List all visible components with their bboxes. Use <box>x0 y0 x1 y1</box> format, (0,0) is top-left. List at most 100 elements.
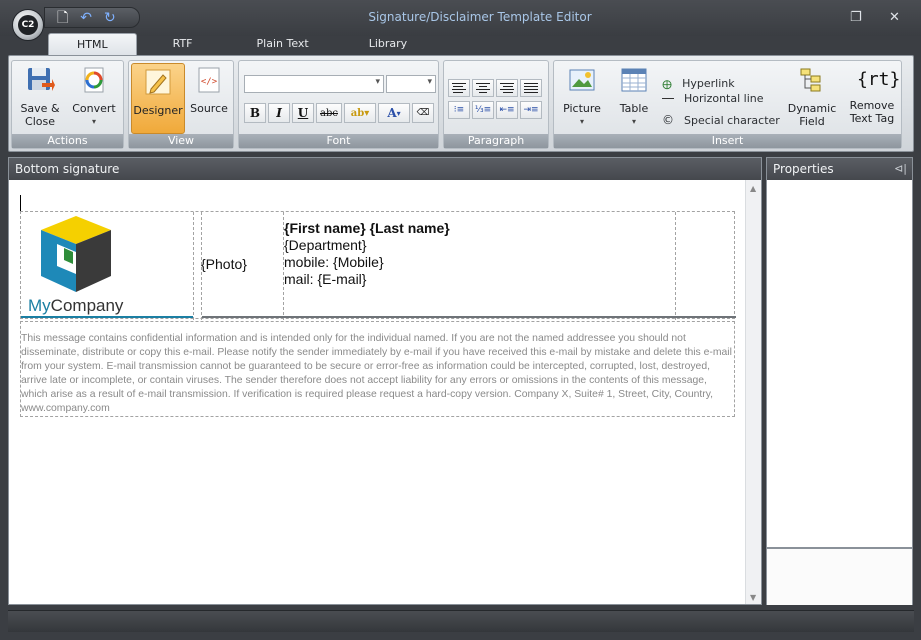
tab-library[interactable]: Library <box>341 33 427 55</box>
picture-icon <box>569 69 595 91</box>
special-character-icon: © <box>662 113 674 127</box>
table-button[interactable]: Table ▾ <box>612 65 656 128</box>
convert-button[interactable]: Convert ▾ <box>70 65 118 128</box>
highlight-color-icon[interactable]: ab▾ <box>344 103 376 123</box>
pin-icon[interactable]: ⊲| <box>894 162 907 175</box>
editor-panel-title: Bottom signature <box>9 158 761 180</box>
justify-icon[interactable] <box>520 79 542 97</box>
status-bar <box>8 610 914 632</box>
title-bar: C2 🗋 ↶ ↻ Signature/Disclaimer Template E… <box>0 0 921 41</box>
close-button[interactable]: ✕ <box>889 10 900 25</box>
properties-description-area <box>767 547 912 605</box>
horizontal-line-label: Horizontal line <box>684 92 764 105</box>
properties-panel: Properties ⊲| <box>766 157 913 605</box>
italic-button[interactable]: I <box>268 103 290 123</box>
source-label: Source <box>190 102 228 115</box>
tab-plain-text[interactable]: Plain Text <box>229 33 341 55</box>
tab-html[interactable]: HTML <box>48 33 137 55</box>
actions-group: Save & Close Convert ▾ Actions <box>11 60 124 149</box>
font-group: B I U abc ab▾ A▾ ⌫ Font <box>238 60 439 149</box>
align-center-icon[interactable] <box>472 79 494 97</box>
insert-group-label: Insert <box>554 134 901 148</box>
disclaimer-text[interactable]: This message contains confidential infor… <box>20 321 735 417</box>
align-right-icon[interactable] <box>496 79 518 97</box>
numbered-list-icon[interactable]: ⅓≡ <box>472 101 494 119</box>
company-logo-icon <box>41 216 111 292</box>
special-character-button[interactable]: © Special character <box>662 113 780 127</box>
restore-button[interactable]: ❐ <box>850 10 862 25</box>
decrease-indent-icon[interactable]: ⇤≡ <box>496 101 518 119</box>
horizontal-line-icon <box>662 98 674 99</box>
photo-placeholder: {Photo} <box>201 256 247 272</box>
text-caret <box>20 195 21 211</box>
font-color-icon: A <box>387 106 397 120</box>
signature-table[interactable]: MyCompany {Photo} {First name} {Last nam… <box>20 211 736 320</box>
font-format-buttons: B I U abc ab▾ A ▾ ⌫ <box>244 103 434 123</box>
contact-mail: mail: {E-mail} <box>284 271 367 287</box>
hyperlink-label: Hyperlink <box>682 77 735 90</box>
font-family-select[interactable] <box>244 75 384 93</box>
remove-text-tag-icon: {rt} <box>857 69 901 90</box>
underline-button[interactable]: U <box>292 103 314 123</box>
bold-button[interactable]: B <box>244 103 266 123</box>
format-tabs: HTML RTF Plain Text Library <box>48 33 427 55</box>
dynamic-field-button[interactable]: Dynamic Field <box>784 65 840 128</box>
logo-my: My <box>28 296 51 315</box>
save-close-button[interactable]: Save & Close <box>16 65 64 128</box>
scroll-down-icon[interactable]: ▼ <box>750 593 756 602</box>
bullet-list-icon[interactable]: ⁝≡ <box>448 101 470 119</box>
strikethrough-button[interactable]: abc <box>316 103 342 123</box>
convert-dropdown-icon: ▾ <box>91 117 96 126</box>
alignment-buttons <box>448 79 542 97</box>
designer-button[interactable]: Designer <box>131 63 185 134</box>
tab-rtf[interactable]: RTF <box>137 33 229 55</box>
increase-indent-icon[interactable]: ⇥≡ <box>520 101 542 119</box>
application-menu-button[interactable]: C2 <box>12 9 44 41</box>
convert-label: Convert <box>72 102 116 115</box>
insert-group: Picture ▾ Table ▾ 🜨 Hyperlink Horizontal… <box>553 60 902 149</box>
convert-icon <box>84 67 104 93</box>
table-dropdown-icon: ▾ <box>631 117 636 126</box>
font-color-button[interactable]: A ▾ <box>378 103 410 123</box>
editor-scrollbar[interactable]: ▲ ▼ <box>745 180 761 604</box>
scroll-up-icon[interactable]: ▲ <box>750 184 756 193</box>
save-close-label: Save & Close <box>20 102 60 128</box>
align-left-icon[interactable] <box>448 79 470 97</box>
properties-panel-title: Properties <box>767 158 912 180</box>
contact-underline <box>202 316 736 318</box>
font-group-label: Font <box>239 134 438 148</box>
dynamic-field-label: Dynamic Field <box>787 102 837 128</box>
picture-button[interactable]: Picture ▾ <box>560 65 604 128</box>
dynamic-field-icon <box>800 68 821 92</box>
font-size-select[interactable] <box>386 75 436 93</box>
paragraph-group: ⁝≡ ⅓≡ ⇤≡ ⇥≡ Paragraph <box>443 60 549 149</box>
remove-text-tag-button[interactable]: {rt} Remove Text Tag <box>846 65 901 125</box>
ribbon: Save & Close Convert ▾ Actions Designer … <box>8 55 914 152</box>
contact-block: {First name} {Last name} {Department} mo… <box>284 220 450 288</box>
table-icon <box>621 68 647 92</box>
source-code-icon: </> <box>198 67 220 93</box>
contact-mobile: mobile: {Mobile} <box>284 254 384 270</box>
clear-formatting-icon[interactable]: ⌫ <box>412 103 434 123</box>
horizontal-line-button[interactable]: Horizontal line <box>662 92 764 105</box>
view-group-label: View <box>129 134 233 148</box>
svg-text:</>: </> <box>201 77 218 87</box>
remove-text-tag-label: Remove Text Tag <box>849 99 895 125</box>
logo-cell[interactable]: MyCompany <box>21 212 194 320</box>
source-button[interactable]: </> Source <box>187 65 231 115</box>
editor-panel: Bottom signature ▲ ▼ MyCompany {Photo} {… <box>8 157 762 605</box>
special-character-label: Special character <box>684 113 780 127</box>
paragraph-group-label: Paragraph <box>444 134 548 148</box>
list-buttons: ⁝≡ ⅓≡ ⇤≡ ⇥≡ <box>448 101 542 119</box>
view-group: Designer </> Source View <box>128 60 234 149</box>
app-logo-icon: C2 <box>18 15 38 35</box>
actions-group-label: Actions <box>12 134 123 148</box>
picture-dropdown-icon: ▾ <box>579 117 584 126</box>
table-label: Table <box>619 102 649 115</box>
logo-wordmark: MyCompany <box>28 296 123 316</box>
designer-pencil-icon <box>145 69 171 95</box>
logo-company: Company <box>50 296 124 315</box>
logo-underline <box>21 316 193 318</box>
picture-label: Picture <box>563 102 601 115</box>
contact-name: {First name} {Last name} <box>284 220 450 236</box>
